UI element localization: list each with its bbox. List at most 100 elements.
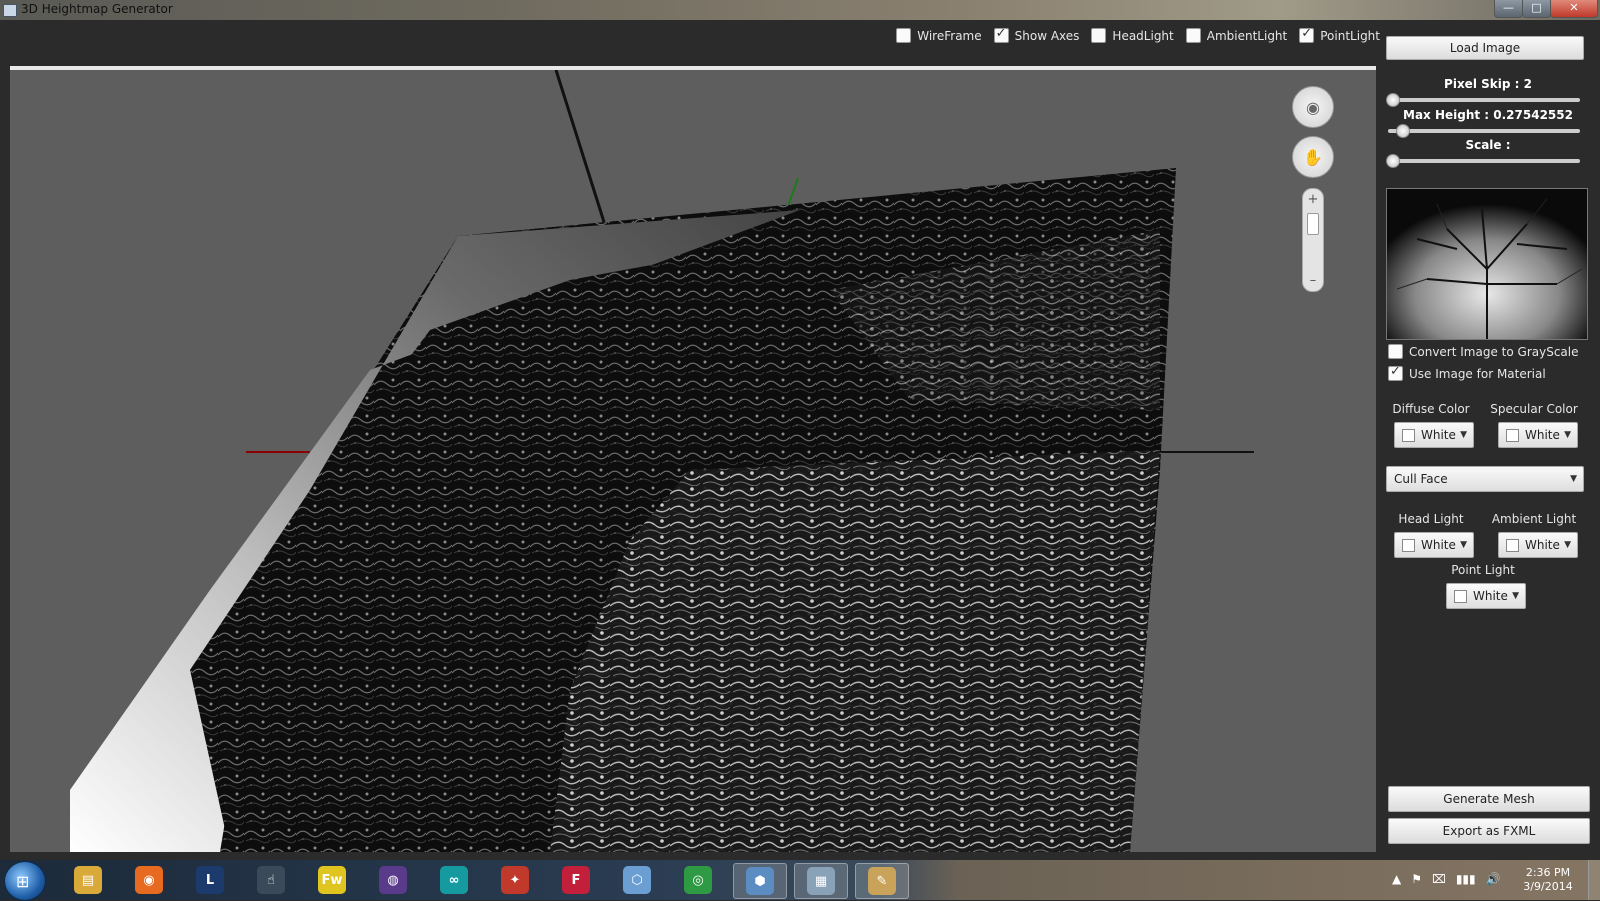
view-options-toolbar: WireFrame Show Axes HeadLight AmbientLig… xyxy=(896,26,1380,43)
taskbar-app-explorer[interactable]: ▤ xyxy=(62,863,114,897)
zoom-slider[interactable]: + – xyxy=(1302,188,1324,292)
3d-viewport[interactable]: ◉ ✋ + – xyxy=(10,66,1376,852)
checkbox-box[interactable] xyxy=(896,28,912,43)
checkbox-box[interactable] xyxy=(1091,28,1107,43)
checkbox-label: Show Axes xyxy=(1014,28,1080,43)
pan-control[interactable]: ✋ xyxy=(1292,136,1334,178)
use-image-material-checkbox[interactable]: Use Image for Material xyxy=(1388,364,1546,381)
select-value: Cull Face xyxy=(1394,472,1448,486)
flash-red-icon: ✦ xyxy=(501,866,529,894)
cull-face-select[interactable]: Cull Face ▼ xyxy=(1386,466,1584,492)
taskbar-app-fireworks[interactable]: Fw xyxy=(306,863,358,897)
head-light-color-picker[interactable]: White ▼ xyxy=(1394,532,1474,558)
checkbox-box[interactable] xyxy=(1185,28,1201,43)
app-area: WireFrame Show Axes HeadLight AmbientLig… xyxy=(0,20,1600,860)
max-height-slider[interactable] xyxy=(1388,124,1580,138)
point-light-color-picker[interactable]: White ▼ xyxy=(1446,583,1526,609)
taskbar-app-chrome[interactable]: ◎ xyxy=(672,863,724,897)
title-bar: 3D Heightmap Generator — □ ✕ xyxy=(0,0,1600,20)
firefox-icon: ◉ xyxy=(135,866,163,894)
checkbox-box[interactable] xyxy=(1299,26,1315,43)
scale-slider[interactable] xyxy=(1386,154,1580,168)
chrome-icon: ◎ xyxy=(684,866,712,894)
checkbox-label: Use Image for Material xyxy=(1409,366,1546,381)
color-swatch xyxy=(1506,428,1519,442)
explorer-icon: ▤ xyxy=(74,866,102,894)
generate-mesh-button[interactable]: Generate Mesh xyxy=(1388,786,1590,812)
color-swatch xyxy=(1454,589,1467,603)
fireworks-icon: Fw xyxy=(318,866,346,894)
diffuse-color-picker[interactable]: White ▼ xyxy=(1394,422,1474,448)
rotate-control[interactable]: ◉ xyxy=(1292,86,1334,128)
taskbar-app-paint[interactable]: ✎ xyxy=(855,863,909,899)
export-fxml-button[interactable]: Export as FXML xyxy=(1388,818,1590,844)
start-button[interactable]: ⊞ xyxy=(4,861,46,901)
taskbar-app-firefox[interactable]: ◉ xyxy=(123,863,175,897)
color-swatch xyxy=(1506,538,1519,552)
maximize-button[interactable]: □ xyxy=(1522,0,1551,18)
pointer-icon: ☝ xyxy=(257,866,285,894)
taskbar-app-flash-red[interactable]: ✦ xyxy=(489,863,541,897)
window-title: 3D Heightmap Generator xyxy=(21,2,173,16)
pointlight-checkbox[interactable]: PointLight xyxy=(1299,26,1380,43)
headlight-checkbox[interactable]: HeadLight xyxy=(1091,28,1174,43)
eclipse-icon: ◍ xyxy=(379,866,407,894)
action-center-icon[interactable]: ⚑ xyxy=(1411,872,1422,886)
arduino-icon: ∞ xyxy=(440,866,468,894)
show-desktop-button[interactable] xyxy=(1588,860,1600,900)
wireframe-checkbox[interactable]: WireFrame xyxy=(896,28,982,43)
volume-icon[interactable]: 🔊 xyxy=(1486,872,1501,886)
clock-date: 3/9/2014 xyxy=(1523,880,1573,893)
pixel-skip-knob[interactable] xyxy=(1386,93,1400,107)
color-value: White xyxy=(1473,589,1508,603)
scale-knob[interactable] xyxy=(1386,154,1400,168)
color-value: White xyxy=(1421,538,1456,552)
taskbar-app-java-cube[interactable]: ⬢ xyxy=(733,863,787,899)
point-light-label: Point Light xyxy=(1451,563,1515,577)
taskbar-app-eclipse[interactable]: ◍ xyxy=(367,863,419,897)
load-image-button[interactable]: Load Image xyxy=(1386,36,1584,60)
ambient-light-color-picker[interactable]: White ▼ xyxy=(1498,532,1578,558)
zoom-thumb[interactable] xyxy=(1307,213,1319,235)
chevron-down-icon: ▼ xyxy=(1460,430,1467,440)
league-icon: L xyxy=(196,866,224,894)
paint-icon: ✎ xyxy=(868,867,896,895)
network-icon[interactable]: ▮▮▮ xyxy=(1456,872,1476,886)
scale-label: Scale : xyxy=(1465,138,1511,152)
taskbar-app-flash[interactable]: F xyxy=(550,863,602,897)
power-icon[interactable]: ⌧ xyxy=(1432,872,1446,886)
taskbar-app-arduino[interactable]: ∞ xyxy=(428,863,480,897)
ambientlight-checkbox[interactable]: AmbientLight xyxy=(1185,28,1287,43)
max-height-knob[interactable] xyxy=(1396,124,1410,138)
color-value: White xyxy=(1525,538,1560,552)
heightmap-scene xyxy=(70,70,1254,852)
checkbox-box[interactable] xyxy=(1388,364,1403,381)
taskbar-app-league[interactable]: L xyxy=(184,863,236,897)
zoom-out-icon[interactable]: – xyxy=(1303,274,1323,287)
show-axes-checkbox[interactable]: Show Axes xyxy=(993,26,1080,43)
color-swatch xyxy=(1402,428,1415,442)
windows-logo-icon: ⊞ xyxy=(16,872,30,891)
taskbar-app-pointer[interactable]: ☝ xyxy=(245,863,297,897)
diffuse-color-label: Diffuse Color xyxy=(1392,402,1470,416)
minimize-button[interactable]: — xyxy=(1494,0,1523,18)
convert-grayscale-checkbox[interactable]: Convert Image to GrayScale xyxy=(1388,344,1579,359)
pixel-skip-slider[interactable] xyxy=(1386,93,1580,107)
specular-color-label: Specular Color xyxy=(1490,402,1578,416)
taskbar-app-document[interactable]: ▦ xyxy=(794,863,848,899)
tray-overflow-icon[interactable]: ▲ xyxy=(1392,872,1401,886)
checkbox-box[interactable] xyxy=(1388,344,1403,359)
chevron-down-icon: ▼ xyxy=(1564,540,1571,550)
system-tray: ▲ ⚑ ⌧ ▮▮▮ 🔊 xyxy=(1392,872,1501,886)
color-value: White xyxy=(1421,428,1456,442)
close-button[interactable]: ✕ xyxy=(1550,0,1598,18)
clock[interactable]: 2:36 PM 3/9/2014 xyxy=(1518,866,1578,894)
checkbox-label: HeadLight xyxy=(1112,28,1174,43)
specular-color-picker[interactable]: White ▼ xyxy=(1498,422,1578,448)
chevron-down-icon: ▼ xyxy=(1564,430,1571,440)
heightmap-thumbnail xyxy=(1387,189,1587,339)
taskbar-app-cube[interactable]: ⬡ xyxy=(611,863,663,897)
checkbox-box[interactable] xyxy=(993,26,1009,43)
zoom-in-icon[interactable]: + xyxy=(1303,193,1323,206)
checkbox-label: WireFrame xyxy=(917,28,982,43)
